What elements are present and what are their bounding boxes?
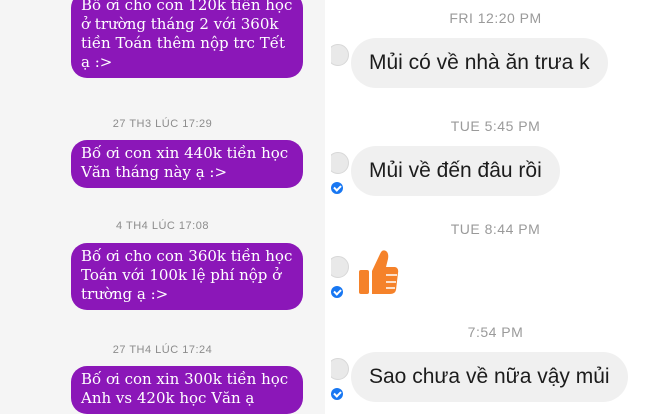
avatar (331, 256, 349, 278)
message-bubble[interactable]: Mủi về đến đâu rồi (351, 146, 560, 196)
message-line: Anh vs 420k học Văn ạ (81, 389, 255, 407)
message-bubble-1[interactable]: Bố ơi cho con 120k tiền học ở trường thá… (71, 0, 303, 78)
message-line: Toán với 100k lệ phí nộp ở (81, 266, 282, 284)
message-line: Bố ơi con xin 300k tiền học (81, 370, 289, 388)
message-line: ở trường tháng 2 với 360k (81, 15, 279, 33)
seen-check-icon (331, 286, 343, 298)
screenshot-composite: Bố ơi cho con 120k tiền học ở trường thá… (0, 0, 660, 414)
timestamp: TUE 5:45 PM (450, 118, 541, 134)
timestamp: 4 TH4 LÚC 17:08 (116, 220, 209, 232)
seen-check-icon (331, 182, 343, 194)
timestamp: TUE 8:44 PM (450, 221, 541, 237)
timestamp: 7:54 PM (467, 324, 524, 340)
left-chat-panel: Bố ơi cho con 120k tiền học ở trường thá… (0, 0, 325, 414)
message-bubble-2[interactable]: Bố ơi con xin 440k tiền học Văn tháng nà… (71, 140, 303, 188)
avatar (331, 44, 349, 66)
timestamp: FRI 12:20 PM (449, 10, 542, 26)
message-bubble[interactable]: Mủi có về nhà ăn trưa k (351, 38, 608, 88)
message-bubble-4[interactable]: Bố ơi con xin 300k tiền học Anh vs 420k … (71, 366, 303, 414)
seen-check-icon (331, 388, 343, 400)
timestamp: 27 TH4 LÚC 17:24 (112, 344, 213, 356)
message-line: Bố ơi cho con 360k tiền học (81, 247, 293, 265)
right-chat-panel: FRI 12:20 PM Mủi có về nhà ăn trưa k TUE… (331, 0, 660, 414)
avatar (331, 358, 349, 380)
message-line: Bố ơi cho con 120k tiền học (81, 0, 293, 14)
message-line: tiền Toán thêm nộp trc Tết (81, 34, 285, 52)
message-line: Văn tháng này ạ :> (81, 163, 228, 181)
message-line: Bố ơi con xin 440k tiền học (81, 144, 289, 162)
avatar (331, 152, 349, 174)
message-bubble[interactable]: Sao chưa về nữa vậy mủi (351, 352, 628, 402)
message-line: ạ :> (81, 53, 113, 71)
message-line: trường ạ :> (81, 285, 169, 303)
thumbs-up-icon[interactable] (357, 248, 399, 296)
message-bubble-3[interactable]: Bố ơi cho con 360k tiền học Toán với 100… (71, 243, 303, 310)
timestamp: 27 TH3 LÚC 17:29 (112, 118, 213, 130)
